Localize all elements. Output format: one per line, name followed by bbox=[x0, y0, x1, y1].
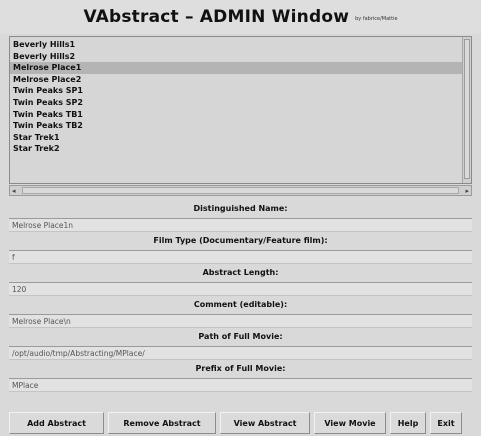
movie-path-label: Path of Full Movie: bbox=[198, 332, 283, 341]
list-item[interactable]: Beverly Hills2 bbox=[10, 51, 462, 63]
view-abstract-button[interactable]: View Abstract bbox=[220, 412, 310, 434]
list-item[interactable]: Twin Peaks TB1 bbox=[10, 109, 462, 121]
list-item[interactable]: Star Trek1 bbox=[10, 132, 462, 144]
list-item[interactable]: Star Trek2 bbox=[10, 143, 462, 155]
list-item[interactable]: Twin Peaks TB2 bbox=[10, 120, 462, 132]
abstract-details-form: Distinguished Name: Melrose Place1n Film… bbox=[9, 200, 472, 392]
list-item[interactable]: Beverly Hills1 bbox=[10, 39, 462, 51]
vertical-scrollbar-thumb[interactable] bbox=[464, 39, 470, 179]
scroll-right-icon[interactable]: ▸ bbox=[465, 187, 469, 195]
help-button[interactable]: Help bbox=[390, 412, 426, 434]
abstract-length-label: Abstract Length: bbox=[202, 268, 279, 277]
distinguished-name-label: Distinguished Name: bbox=[193, 204, 288, 213]
remove-abstract-button[interactable]: Remove Abstract bbox=[108, 412, 216, 434]
button-bar: Add Abstract Remove Abstract View Abstra… bbox=[9, 412, 481, 434]
window-byline: by fabrice/Mattie bbox=[355, 16, 398, 22]
horizontal-scrollbar[interactable]: ◂ ▸ bbox=[9, 185, 472, 196]
movie-path-field[interactable]: /opt/audio/tmp/Abstracting/MPlace/ bbox=[9, 346, 472, 360]
comment-label: Comment (editable): bbox=[193, 300, 288, 309]
list-item[interactable]: Melrose Place2 bbox=[10, 74, 462, 86]
window-title-bar: VAbstract – ADMIN Window by fabrice/Matt… bbox=[0, 0, 481, 34]
film-type-field[interactable]: f bbox=[9, 250, 472, 264]
list-item[interactable]: Twin Peaks SP2 bbox=[10, 97, 462, 109]
exit-button[interactable]: Exit bbox=[430, 412, 462, 434]
comment-field[interactable]: Melrose Place\n bbox=[9, 314, 472, 328]
window-title: VAbstract – ADMIN Window bbox=[83, 7, 350, 27]
add-abstract-button[interactable]: Add Abstract bbox=[9, 412, 104, 434]
abstract-listbox[interactable]: Beverly Hills1 Beverly Hills2 Melrose Plac… bbox=[9, 36, 472, 184]
abstract-list: Beverly Hills1 Beverly Hills2 Melrose Plac… bbox=[10, 39, 462, 155]
view-movie-button[interactable]: View Movie bbox=[314, 412, 386, 434]
film-type-label: Film Type (Documentary/Feature film): bbox=[153, 236, 328, 245]
abstract-length-field[interactable]: 120 bbox=[9, 282, 472, 296]
vertical-scrollbar[interactable] bbox=[462, 37, 471, 183]
scroll-left-icon[interactable]: ◂ bbox=[12, 187, 16, 195]
list-item[interactable]: Twin Peaks SP1 bbox=[10, 85, 462, 97]
list-item[interactable]: Melrose Place1 bbox=[10, 62, 462, 74]
movie-prefix-label: Prefix of Full Movie: bbox=[195, 364, 286, 373]
distinguished-name-field[interactable]: Melrose Place1n bbox=[9, 218, 472, 232]
movie-prefix-field[interactable]: MPlace bbox=[9, 378, 472, 392]
horizontal-scrollbar-thumb[interactable] bbox=[22, 187, 459, 194]
